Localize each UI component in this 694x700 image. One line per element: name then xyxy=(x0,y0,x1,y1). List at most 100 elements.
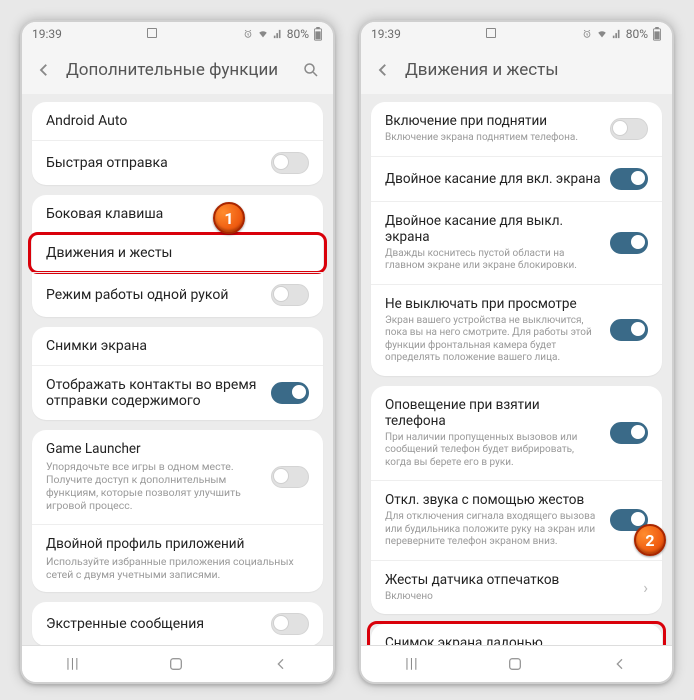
nav-recent[interactable]: ||| xyxy=(405,656,418,672)
note-icon xyxy=(147,28,157,38)
item-desc: Используйте избранные приложения социаль… xyxy=(46,555,301,581)
chevron-right-icon: › xyxy=(643,578,648,597)
item-alert-pickup[interactable]: Оповещение при взятии телефона При налич… xyxy=(371,386,662,481)
back-button[interactable] xyxy=(34,60,54,80)
item-label: Режим работы одной рукой xyxy=(46,287,263,303)
toggle-sos[interactable] xyxy=(271,613,309,635)
item-desc: При наличии пропущенных вызовов или сооб… xyxy=(385,432,602,470)
item-label: Снимки экрана xyxy=(46,338,301,354)
toggle-alert-pickup[interactable] xyxy=(610,422,648,444)
nav-home[interactable] xyxy=(507,656,523,672)
alarm-icon xyxy=(243,29,253,39)
card-3: Снимок экрана ладонью Чтобы сделать сним… xyxy=(371,624,662,645)
item-label: Движения и жесты xyxy=(46,245,301,261)
battery-pct: 80% xyxy=(626,27,648,41)
toggle-show-contacts[interactable] xyxy=(271,382,309,404)
toggle-double-tap-off[interactable] xyxy=(610,232,648,254)
toggle-one-hand[interactable] xyxy=(271,284,309,306)
item-label: Двойное касание для вкл. экрана xyxy=(385,171,602,187)
item-label: Android Auto xyxy=(46,113,301,129)
item-desc: Дважды коснитесь пустой области на главн… xyxy=(385,248,602,273)
toggle-lift-to-wake[interactable] xyxy=(610,118,648,140)
item-lift-to-wake[interactable]: Включение при поднятии Включение экрана … xyxy=(371,102,662,156)
item-label: Жесты датчика отпечатков xyxy=(385,572,635,588)
item-label: Откл. звука с помощью жестов xyxy=(385,492,602,508)
signal-icon xyxy=(612,29,622,39)
status-bar: 19:39 80% xyxy=(361,22,672,46)
alarm-icon xyxy=(582,29,592,39)
battery-pct: 80% xyxy=(287,27,309,41)
card-4: Game Launcher Упорядочьте все игры в одн… xyxy=(32,430,323,592)
item-label: Отображать контакты во время отправки со… xyxy=(46,377,263,409)
item-show-contacts[interactable]: Отображать контакты во время отправки со… xyxy=(32,365,323,420)
item-label: Двойное касание для выкл. экрана xyxy=(385,213,602,245)
card-5: Экстренные сообщения xyxy=(32,602,323,645)
item-motions[interactable]: Движения и жесты xyxy=(32,233,323,272)
item-desc: Включение экрана поднятием телефона. xyxy=(385,132,602,145)
nav-back[interactable] xyxy=(612,656,628,672)
item-double-tap-on[interactable]: Двойное касание для вкл. экрана xyxy=(371,156,662,201)
nav-recent[interactable]: ||| xyxy=(66,656,79,672)
item-screenshots[interactable]: Снимки экрана xyxy=(32,327,323,365)
battery-icon xyxy=(652,27,662,41)
item-side-key[interactable]: Боковая клавиша xyxy=(32,195,323,233)
item-fingerprint-gestures[interactable]: Жесты датчика отпечатков Включено › xyxy=(371,560,662,615)
item-label: Экстренные сообщения xyxy=(46,616,263,632)
item-one-hand[interactable]: Режим работы одной рукой xyxy=(32,272,323,317)
item-android-auto[interactable]: Android Auto xyxy=(32,102,323,140)
note-icon xyxy=(486,28,496,38)
card-2: Боковая клавиша Движения и жесты Режим р… xyxy=(32,195,323,317)
item-label: Боковая клавиша xyxy=(46,206,301,222)
page-title: Дополнительные функции xyxy=(66,60,301,80)
item-sos[interactable]: Экстренные сообщения xyxy=(32,602,323,645)
card-1: Android Auto Быстрая отправка xyxy=(32,102,323,185)
item-label: Снимок экрана ладонью xyxy=(385,635,602,645)
status-bar: 19:39 80% xyxy=(22,22,333,46)
toggle-game-launcher[interactable] xyxy=(271,466,309,488)
item-desc: Для отключения сигнала входящего вызова … xyxy=(385,511,602,549)
item-palm-swipe[interactable]: Снимок экрана ладонью Чтобы сделать сним… xyxy=(371,624,662,645)
badge-2: 2 xyxy=(634,524,666,556)
toggle-double-tap-on[interactable] xyxy=(610,168,648,190)
content: Android Auto Быстрая отправка Боковая кл… xyxy=(22,94,333,645)
item-keep-on-looking[interactable]: Не выключать при просмотре Экран вашего … xyxy=(371,284,662,376)
item-game-launcher[interactable]: Game Launcher Упорядочьте все игры в одн… xyxy=(32,430,323,524)
search-icon xyxy=(302,61,320,79)
chevron-left-icon xyxy=(374,61,392,79)
item-label: Включение при поднятии xyxy=(385,113,602,129)
item-dual-profile[interactable]: Двойной профиль приложений Используйте и… xyxy=(32,524,323,592)
item-desc: Экран вашего устройства не выключится, п… xyxy=(385,315,602,365)
item-desc: Включено xyxy=(385,591,635,604)
wifi-icon xyxy=(596,29,608,39)
back-button[interactable] xyxy=(373,60,393,80)
item-double-tap-off[interactable]: Двойное касание для выкл. экрана Дважды … xyxy=(371,201,662,284)
toggle-keep-on-looking[interactable] xyxy=(610,319,648,341)
signal-icon xyxy=(273,29,283,39)
nav-bar: ||| xyxy=(361,645,672,682)
item-label: Оповещение при взятии телефона xyxy=(385,397,602,429)
badge-1: 1 xyxy=(213,202,245,234)
clock: 19:39 xyxy=(371,27,401,41)
toggle-quick-share[interactable] xyxy=(271,152,309,174)
page-title: Движения и жесты xyxy=(405,60,660,80)
item-label: Двойной профиль приложений xyxy=(46,536,301,552)
wifi-icon xyxy=(257,29,269,39)
chevron-left-icon xyxy=(35,61,53,79)
card-3: Снимки экрана Отображать контакты во вре… xyxy=(32,327,323,420)
item-label: Не выключать при просмотре xyxy=(385,296,602,312)
item-quick-share[interactable]: Быстрая отправка xyxy=(32,140,323,185)
card-2: Оповещение при взятии телефона При налич… xyxy=(371,386,662,615)
nav-home[interactable] xyxy=(168,656,184,672)
clock: 19:39 xyxy=(32,27,62,41)
phone-right: 19:39 80% Движения и жесты Включение при… xyxy=(359,20,674,684)
content: Включение при поднятии Включение экрана … xyxy=(361,94,672,645)
item-label: Быстрая отправка xyxy=(46,155,263,171)
nav-bar: ||| xyxy=(22,645,333,682)
phone-left: 19:39 80% Дополнительные функции Andr xyxy=(20,20,335,684)
item-label: Game Launcher xyxy=(46,441,263,457)
item-mute-gestures[interactable]: Откл. звука с помощью жестов Для отключе… xyxy=(371,480,662,560)
header: Дополнительные функции xyxy=(22,46,333,94)
search-button[interactable] xyxy=(301,60,321,80)
card-1: Включение при поднятии Включение экрана … xyxy=(371,102,662,376)
nav-back[interactable] xyxy=(273,656,289,672)
